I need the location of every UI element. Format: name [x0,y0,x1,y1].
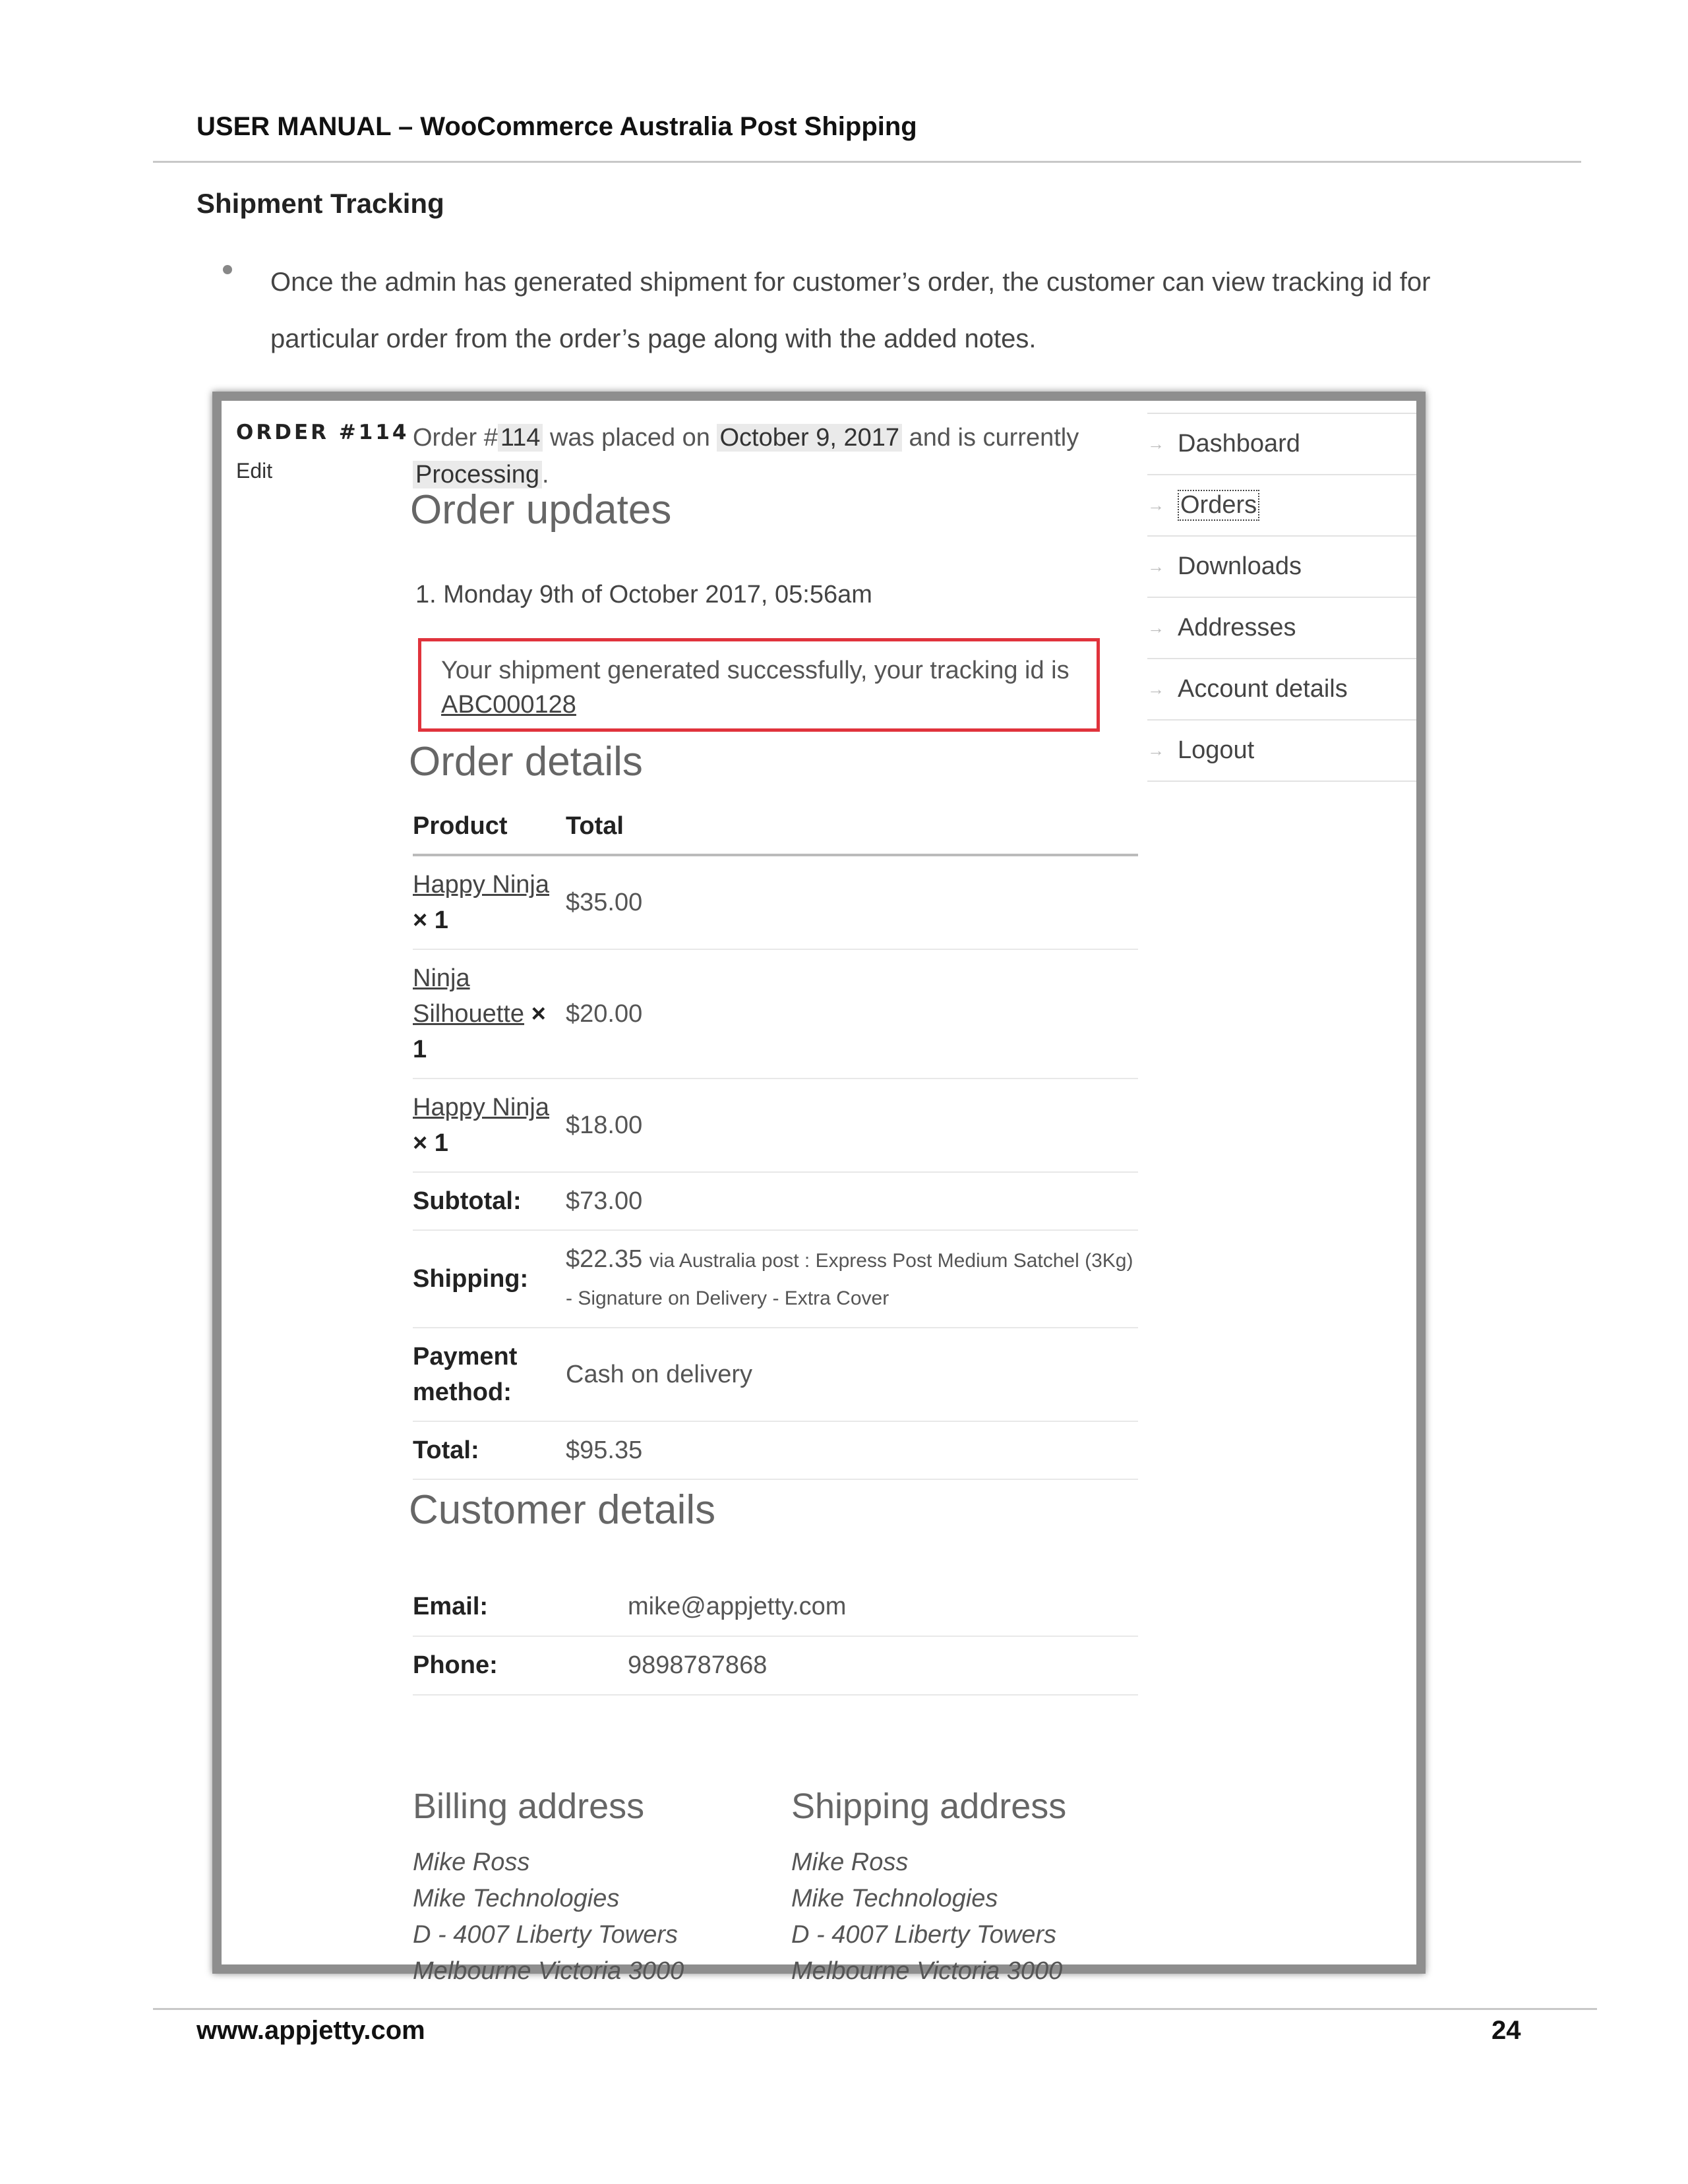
shipping-method: via Australia post : Express Post Medium… [566,1250,1133,1309]
shipping-line: Melbourne Victoria 3000 [791,1957,1063,1985]
subtotal-label: Subtotal: [413,1172,566,1231]
order-date: October 9, 2017 [717,424,902,452]
phone-label: Phone: [413,1636,628,1696]
shipping-address: Shipping address Mike Ross Mike Technolo… [791,1788,1160,1990]
status-suffix: and is currently [902,424,1079,452]
total-header: Total [566,812,1138,856]
nav-item-dashboard[interactable]: → Dashboard [1147,414,1416,475]
status-end: . [541,461,549,488]
table-row: Happy Ninja × 1 $35.00 [413,855,1138,950]
subtotal-value: $73.00 [566,1172,1138,1231]
total-row: Total: $95.35 [413,1421,1138,1480]
arrow-right-icon: → [1147,679,1164,699]
tracking-note: Your shipment generated successfully, yo… [418,638,1100,732]
update-date: 1. Monday 9th of October 2017, 05:56am [415,581,872,608]
tracking-note-text: Your shipment generated successfully, yo… [441,657,1070,684]
arrow-right-icon: → [1147,556,1164,576]
shipping-row: Shipping: $22.35 via Australia post : Ex… [413,1230,1138,1328]
section-title: Shipment Tracking [196,188,444,219]
page-number: 24 [1492,2016,1521,2045]
order-status: Processing [413,461,542,488]
order-details-title: Order details [409,739,643,784]
order-screenshot: ORDER #114 Edit Order #114 was placed on… [212,392,1426,1985]
order-number: 114 [497,424,543,452]
order-updates-title: Order updates [410,487,672,533]
header-rule [153,161,1581,163]
footer-rule [153,2008,1597,2010]
customer-details-table: Email: mike@appjetty.com Phone: 98987878… [413,1578,1138,1696]
nav-item-orders[interactable]: → Orders [1147,475,1416,537]
nav-item-addresses[interactable]: → Addresses [1147,598,1416,659]
document-header: USER MANUAL – WooCommerce Australia Post… [196,112,917,141]
email-row: Email: mike@appjetty.com [413,1578,1138,1637]
table-header-row: Product Total [413,812,1138,856]
billing-line: Mike Technologies [413,1885,620,1912]
product-header: Product [413,812,566,856]
email-value: mike@appjetty.com [628,1578,1138,1637]
product-qty: × 1 [413,906,448,934]
phone-value: 9898787868 [628,1636,1138,1696]
shipping-amount: $22.35 [566,1245,643,1273]
table-row: Ninja Silhouette × 1 $20.00 [413,949,1138,1079]
account-nav: → Dashboard → Orders → Downloads → Addresses… [1147,413,1416,782]
status-prefix: Order # [413,424,498,452]
order-status-line: Order #114 was placed on October 9, 2017… [413,419,1118,493]
total-label: Total: [413,1421,566,1480]
footer-url: www.appjetty.com [196,2016,425,2045]
product-link[interactable]: Ninja Silhouette [413,964,524,1028]
arrow-right-icon: → [1147,618,1164,637]
subtotal-row: Subtotal: $73.00 [413,1172,1138,1231]
email-label: Email: [413,1578,628,1637]
arrow-right-icon: → [1147,434,1164,454]
product-link[interactable]: Happy Ninja [413,1094,549,1121]
shipping-line: Mike Technologies [791,1885,998,1912]
edit-link[interactable]: Edit [236,459,272,483]
payment-row: Payment method: Cash on delivery [413,1328,1138,1422]
bullet-icon [223,265,232,274]
order-details-table: Product Total Happy Ninja × 1 $35.00 Nin… [413,812,1138,1480]
payment-label: Payment method: [413,1328,566,1422]
product-total: $18.00 [566,1078,1138,1173]
order-label: ORDER #114 [236,421,409,444]
billing-line: D - 4007 Liberty Towers [413,1921,678,1949]
status-mid: was placed on [543,424,717,452]
product-total: $35.00 [566,855,1138,950]
nav-item-downloads[interactable]: → Downloads [1147,537,1416,598]
total-value: $95.35 [566,1421,1138,1480]
arrow-right-icon: → [1147,495,1164,515]
shipping-line: Mike Ross [791,1848,909,1876]
table-row: Happy Ninja × 1 $18.00 [413,1078,1138,1173]
product-link[interactable]: Happy Ninja [413,871,549,899]
billing-address-title: Billing address [413,1786,645,1826]
arrow-right-icon: → [1147,740,1164,760]
shipping-label: Shipping: [413,1230,566,1328]
billing-address: Billing address Mike Ross Mike Technolog… [413,1788,782,1990]
payment-value: Cash on delivery [566,1328,1138,1422]
tracking-id: ABC000128 [441,691,576,719]
shipping-line: D - 4007 Liberty Towers [791,1921,1057,1949]
phone-row: Phone: 9898787868 [413,1636,1138,1696]
customer-details-title: Customer details [409,1487,716,1533]
nav-item-account-details[interactable]: → Account details [1147,659,1416,721]
shipping-address-title: Shipping address [791,1786,1067,1826]
product-qty: × 1 [413,1129,448,1157]
nav-item-logout[interactable]: → Logout [1147,721,1416,782]
bullet-text: Once the admin has generated shipment fo… [270,268,1431,353]
billing-line: Mike Ross [413,1848,530,1876]
product-total: $20.00 [566,949,1138,1079]
billing-line: Melbourne Victoria 3000 [413,1957,684,1985]
